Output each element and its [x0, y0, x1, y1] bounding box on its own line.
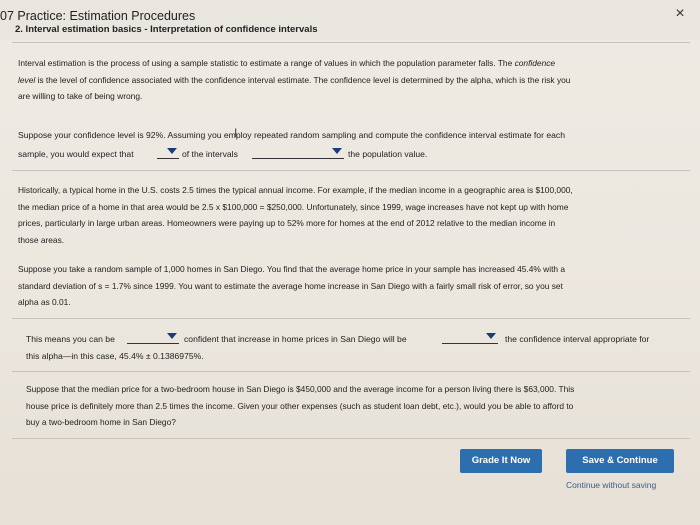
q1-relation-dropdown[interactable] — [252, 146, 344, 159]
historic-line: the median price of a home in that area … — [18, 201, 569, 212]
sample-line: standard deviation of s = 1.7% since 199… — [18, 280, 563, 291]
chevron-down-icon — [332, 148, 342, 154]
divider — [12, 438, 690, 439]
q2-location-dropdown[interactable] — [442, 331, 498, 344]
section-subtitle: 2. Interval estimation basics - Interpre… — [15, 24, 318, 35]
q1-mid: of the intervals — [182, 149, 238, 159]
q1-proportion-dropdown[interactable] — [157, 146, 179, 159]
grade-it-now-button[interactable]: Grade It Now — [460, 449, 542, 473]
q2-mid: confident that increase in home prices i… — [184, 334, 407, 344]
twobed-line: Suppose that the median price for a two-… — [26, 384, 575, 394]
historic-line: those areas. — [18, 234, 65, 245]
historic-line: prices, particularly in large urban area… — [18, 218, 556, 228]
divider — [12, 170, 690, 171]
chevron-down-icon — [167, 333, 177, 339]
close-icon[interactable]: × — [668, 5, 692, 23]
q1-line-1: Suppose your confidence level is 92%. As… — [18, 130, 565, 140]
q2-confidence-dropdown[interactable] — [127, 331, 179, 344]
intro-line-2: level is the level of confidence associa… — [18, 74, 571, 85]
twobed-line: house price is definitely more than 2.5 … — [26, 400, 574, 411]
q1-pre: sample, you would expect that — [18, 149, 134, 159]
chevron-down-icon — [486, 333, 496, 339]
historic-line: Historically, a typical home in the U.S.… — [18, 185, 573, 195]
page-title: 07 Practice: Estimation Procedures — [0, 9, 196, 23]
divider — [12, 42, 690, 43]
practice-window: 07 Practice: Estimation Procedures 2. In… — [0, 0, 700, 525]
intro-line-3: are willing to take of being wrong. — [18, 91, 143, 101]
save-continue-button[interactable]: Save & Continue — [566, 449, 674, 473]
sample-paragraph: Suppose you take a random sample of 1,00… — [18, 261, 694, 311]
q1-post: the population value. — [348, 149, 428, 159]
sample-line: Suppose you take a random sample of 1,00… — [18, 264, 566, 274]
sample-line: alpha as 0.01. — [18, 297, 71, 307]
q2-line-2: this alpha—in this case, 45.4% ± 0.13869… — [26, 351, 204, 361]
text-cursor-icon: I — [234, 126, 238, 140]
historic-paragraph: Historically, a typical home in the U.S.… — [18, 182, 694, 248]
intro-paragraph: Interval estimation is the process of us… — [18, 55, 694, 105]
title-bar: 07 Practice: Estimation Procedures 2. In… — [0, 0, 700, 40]
twobed-line: buy a two-bedroom home in San Diego? — [26, 417, 176, 427]
continue-without-saving-link[interactable]: Continue without saving — [566, 480, 656, 490]
twobed-paragraph: Suppose that the median price for a two-… — [26, 381, 690, 431]
divider — [12, 371, 690, 372]
q2-post: the confidence interval appropriate for — [505, 334, 650, 344]
intro-line-1: Interval estimation is the process of us… — [18, 58, 556, 68]
divider — [12, 318, 690, 319]
chevron-down-icon — [167, 148, 177, 154]
q2-pre: This means you can be — [26, 334, 115, 344]
